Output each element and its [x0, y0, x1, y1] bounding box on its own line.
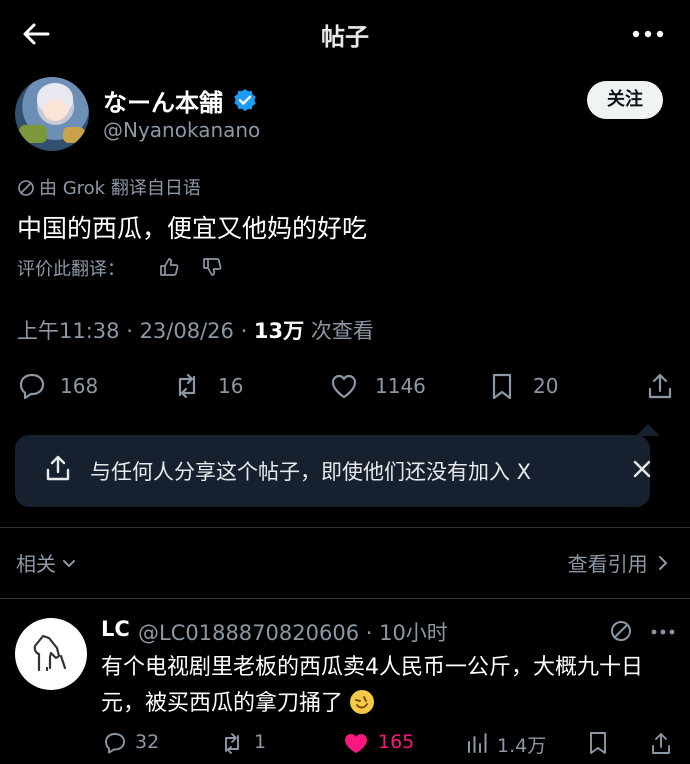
related-toggle[interactable]: 相关 [16, 548, 76, 577]
verified-badge-icon [233, 88, 257, 112]
views-label: 次查看 [310, 319, 374, 343]
reply-author-name[interactable]: LC [101, 617, 130, 641]
reply-author-handle[interactable]: @LC0188870820606 · 10小时 [138, 617, 448, 647]
reply-count: 168 [60, 374, 99, 398]
post-text: 中国的西瓜，便宜又他妈的好吃 [17, 214, 368, 243]
reply-icon[interactable] [103, 731, 127, 755]
views-icon[interactable] [466, 731, 490, 755]
post-date[interactable]: 23/08/26 [140, 319, 234, 343]
page-title: 帖子 [321, 23, 369, 51]
grok-icon [17, 179, 35, 197]
share-banner-pointer [636, 424, 660, 436]
chevron-down-icon [62, 559, 76, 569]
reply-icon[interactable] [17, 371, 47, 401]
view-quotes-label: 查看引用 [567, 552, 648, 576]
reply-text-block: 有个电视剧里老板的西瓜卖4人民币一公斤，大概九十日元，被买西瓜的拿刀捅了 [101, 650, 681, 722]
more-icon[interactable] [628, 22, 668, 46]
like-count: 1146 [375, 374, 426, 398]
share-icon[interactable] [649, 731, 673, 755]
repost-icon[interactable] [172, 371, 202, 401]
reply-like-count: 165 [378, 731, 415, 753]
share-icon[interactable] [645, 371, 675, 401]
divider [0, 527, 690, 528]
translation-note-text: 由 Grok 翻译自日语 [39, 178, 201, 199]
avatar[interactable] [15, 77, 89, 151]
more-icon[interactable] [650, 628, 676, 636]
rate-translation-label: 评价此翻译： [17, 259, 125, 280]
reply-avatar[interactable] [15, 618, 87, 690]
post-time[interactable]: 上午11:38 [17, 319, 120, 343]
author-name[interactable]: なーん本舗 [103, 83, 223, 118]
views-count: 13万 [253, 319, 305, 343]
chevron-right-icon [658, 555, 668, 571]
horse-icon [15, 618, 87, 690]
divider [0, 598, 690, 599]
post-meta: 上午11:38 · 23/08/26 · 13万 次查看 [17, 319, 374, 343]
grok-icon[interactable] [609, 619, 633, 643]
close-icon[interactable] [628, 455, 656, 483]
follow-button[interactable]: 关注 [587, 81, 663, 119]
thumb-down-icon[interactable] [201, 256, 223, 278]
rofl-emoji-icon [350, 690, 375, 714]
bookmark-icon[interactable] [487, 371, 517, 401]
author-handle[interactable]: @Nyanokanano [103, 118, 260, 142]
bookmark-icon[interactable] [587, 731, 609, 755]
related-label: 相关 [16, 552, 56, 576]
reply-reply-count: 32 [135, 731, 160, 753]
reply-repost-count: 1 [254, 731, 267, 753]
share-icon [45, 454, 71, 482]
repost-icon[interactable] [219, 731, 245, 755]
share-banner-text: 与任何人分享这个帖子，即使他们还没有加入 X [90, 460, 532, 484]
like-icon[interactable] [329, 371, 359, 401]
reply-views-count: 1.4万 [497, 735, 547, 757]
repost-count: 16 [218, 374, 244, 398]
translation-note[interactable]: 由 Grok 翻译自日语 [17, 174, 201, 200]
bookmark-count: 20 [533, 374, 559, 398]
view-quotes-link[interactable]: 查看引用 [568, 548, 668, 577]
like-icon[interactable] [342, 731, 370, 755]
thumb-up-icon[interactable] [158, 256, 180, 278]
